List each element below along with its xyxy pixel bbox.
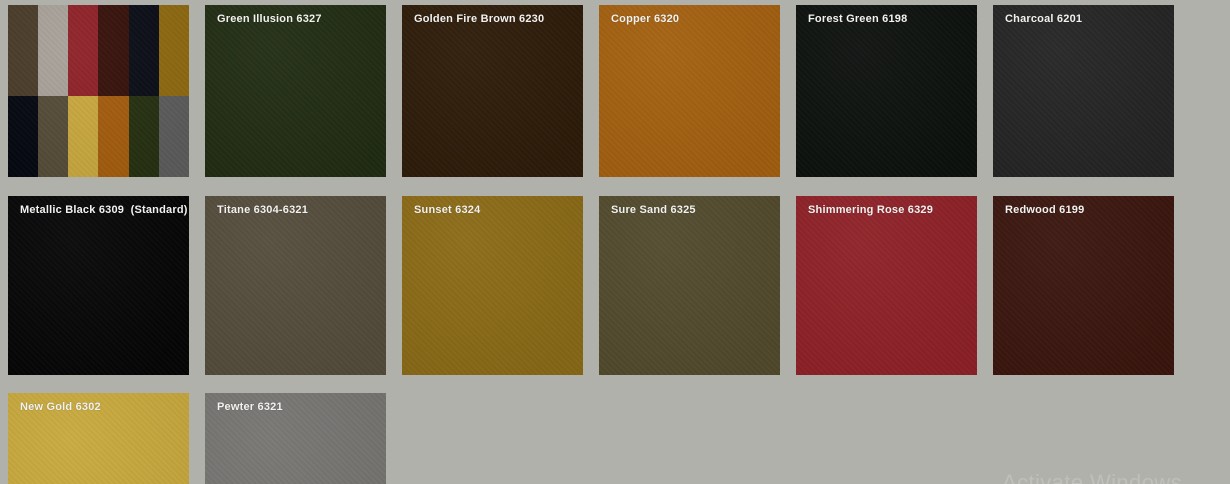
composite-color-cell — [38, 96, 69, 177]
swatch-label: Sunset 6324 — [414, 204, 481, 216]
swatch-pewter-6321[interactable]: Pewter 6321 — [205, 393, 386, 484]
composite-color-cell — [8, 96, 39, 177]
swatch-shimmering-rose-6329[interactable]: Shimmering Rose 6329 — [796, 196, 977, 375]
swatch-golden-fire-brown-6230[interactable]: Golden Fire Brown 6230 — [402, 5, 583, 177]
composite-color-cell — [68, 5, 99, 97]
swatch-forest-green-6198[interactable]: Forest Green 6198 — [796, 5, 977, 177]
swatch-green-illusion-6327[interactable]: Green Illusion 6327 — [205, 5, 386, 177]
swatch-label: Metallic Black 6309 (Standard) — [20, 204, 188, 216]
swatch-label: Titane 6304-6321 — [217, 204, 309, 216]
composite-color-cell — [98, 5, 129, 97]
swatch-label: Redwood 6199 — [1005, 204, 1085, 216]
composite-color-cell — [158, 96, 189, 177]
composite-color-cell — [128, 96, 159, 177]
swatch-new-gold-6302[interactable]: New Gold 6302 — [8, 393, 189, 484]
color-swatch-grid: Activate Windows Green Illusion 6327 Gold… — [0, 0, 1230, 484]
composite-color-cell — [128, 5, 159, 97]
swatch-label: Sure Sand 6325 — [611, 204, 696, 216]
swatch-label: Green Illusion 6327 — [217, 13, 322, 25]
activate-windows-watermark: Activate Windows — [1002, 470, 1183, 484]
swatch-titane-6304-6321[interactable]: Titane 6304-6321 — [205, 196, 386, 375]
swatch-copper-6320[interactable]: Copper 6320 — [599, 5, 780, 177]
swatch-label: Pewter 6321 — [217, 401, 283, 413]
swatch-sure-sand-6325[interactable]: Sure Sand 6325 — [599, 196, 780, 375]
composite-color-cell — [158, 5, 189, 97]
swatch-sunset-6324[interactable]: Sunset 6324 — [402, 196, 583, 375]
composite-color-cell — [68, 96, 99, 177]
swatch-label: Shimmering Rose 6329 — [808, 204, 934, 216]
swatch-label: Charcoal 6201 — [1005, 13, 1083, 25]
swatch-label: Forest Green 6198 — [808, 13, 908, 25]
composite-color-cell — [38, 5, 69, 97]
swatch-redwood-6199[interactable]: Redwood 6199 — [993, 196, 1174, 375]
swatch-charcoal-6201[interactable]: Charcoal 6201 — [993, 5, 1174, 177]
composite-color-cell — [98, 96, 129, 177]
swatch-label: Golden Fire Brown 6230 — [414, 13, 545, 25]
swatch-label: Copper 6320 — [611, 13, 680, 25]
all-colors-composite-swatch[interactable] — [8, 5, 189, 177]
swatch-metallic-black-6309-standard[interactable]: Metallic Black 6309 (Standard) — [8, 196, 189, 375]
composite-color-cell — [8, 5, 39, 97]
swatch-label: New Gold 6302 — [20, 401, 101, 413]
